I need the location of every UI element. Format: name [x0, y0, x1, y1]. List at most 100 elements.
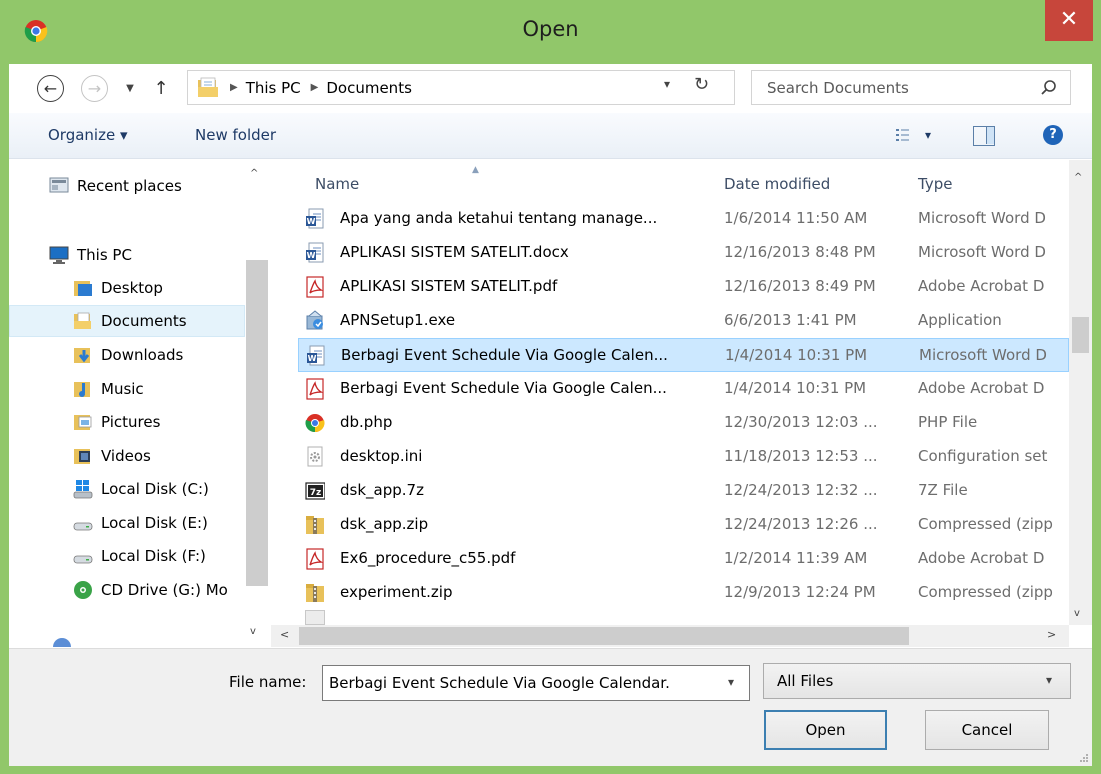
address-dropdown-icon[interactable]: ▾ [664, 77, 670, 91]
forward-button[interactable]: → [81, 75, 108, 102]
column-header-name[interactable]: Name [315, 175, 359, 193]
back-button[interactable]: ← [37, 75, 64, 102]
nav-item-this-pc[interactable]: This PC [9, 239, 245, 271]
file-row[interactable]: Ex6_procedure_c55.pdf 1/2/2014 11:39 AM Ad… [298, 542, 1069, 576]
address-bar[interactable]: ▶ This PC ▶ Documents ▾ ↻ [187, 70, 735, 105]
up-button[interactable]: ↑ [149, 76, 173, 100]
windows-drive-icon [73, 480, 93, 499]
file-row[interactable]: APNSetup1.exe 6/6/2013 1:41 PM Application [298, 304, 1069, 338]
chevron-down-icon[interactable]: ▾ [728, 675, 734, 689]
file-row[interactable]: experiment.zip 12/9/2013 12:24 PM Compress… [298, 576, 1069, 610]
nav-item-local-disk-f[interactable]: Local Disk (F:) [9, 540, 245, 572]
nav-item-label: Videos [101, 447, 151, 465]
preview-pane-icon [986, 127, 994, 144]
vertical-scrollbar[interactable] [1069, 160, 1092, 625]
file-date-modified: 12/9/2013 12:24 PM [724, 583, 876, 601]
file-selection-panel: File name: ▾ All Files ▾ Open Cancel [9, 648, 1092, 766]
chevron-down-icon: ▾ [925, 128, 932, 142]
search-icon[interactable] [1040, 79, 1058, 97]
settings-file-icon [307, 446, 323, 467]
file-date-modified: 12/24/2013 12:32 ... [724, 481, 878, 499]
file-row[interactable]: W Berbagi Event Schedule Via Google Calen… [298, 338, 1069, 372]
nav-item-music[interactable]: Music [9, 373, 245, 405]
nav-scroll-down-icon[interactable]: v [250, 626, 256, 637]
nav-item-label: This PC [77, 246, 132, 264]
column-header-type[interactable]: Type [918, 175, 952, 193]
file-date-modified: 11/18/2013 12:53 ... [724, 447, 878, 465]
file-name: APLIKASI SISTEM SATELIT.pdf [340, 277, 558, 295]
file-name: Apa yang anda ketahui tentang manage... [340, 209, 658, 227]
scroll-right-icon[interactable]: > [1047, 628, 1056, 641]
resize-grip-icon[interactable] [1077, 753, 1089, 765]
column-header-date-modified[interactable]: Date modified [724, 175, 830, 193]
cancel-button[interactable]: Cancel [925, 710, 1049, 750]
breadcrumb-this-pc[interactable]: This PC [246, 79, 301, 97]
nav-item-pictures[interactable]: Pictures [9, 406, 245, 438]
search-box[interactable] [751, 70, 1071, 105]
nav-item-label: Downloads [101, 346, 184, 364]
nav-item-local-disk-e[interactable]: Local Disk (E:) [9, 507, 245, 539]
file-row[interactable]: desktop.ini 11/18/2013 12:53 ... Configura… [298, 440, 1069, 474]
file-name: Berbagi Event Schedule Via Google Calen.… [340, 379, 667, 397]
scroll-left-icon[interactable]: < [280, 628, 289, 641]
file-type-select[interactable]: All Files ▾ [763, 663, 1071, 699]
nav-item-recent-places[interactable]: Recent places [9, 170, 245, 202]
refresh-icon[interactable]: ↻ [694, 74, 709, 95]
file-row[interactable]: Berbagi Event Schedule Via Google Calen.… [298, 372, 1069, 406]
sort-ascending-icon: ▲ [472, 165, 479, 175]
nav-item-cd-drive-g[interactable]: CD Drive (G:) Mo [9, 574, 245, 606]
nav-item-downloads[interactable]: Downloads [9, 339, 245, 371]
nav-item-local-disk-c[interactable]: Local Disk (C:) [9, 473, 245, 505]
scroll-up-icon[interactable]: ^ [1074, 172, 1082, 183]
chevron-down-icon: ▾ [1046, 673, 1053, 687]
nav-scrollbar-thumb[interactable] [246, 260, 268, 586]
nav-item-desktop[interactable]: Desktop [9, 272, 245, 304]
file-type: 7Z File [918, 481, 968, 499]
pdf-icon [306, 378, 324, 400]
file-row[interactable]: W APLIKASI SISTEM SATELIT.docx 12/16/2013 … [298, 236, 1069, 270]
close-icon: ✕ [1059, 7, 1079, 32]
view-list-icon [896, 129, 909, 141]
nav-item-videos[interactable]: Videos [9, 440, 245, 472]
file-name-combobox[interactable]: ▾ [322, 665, 750, 701]
svg-text:W: W [307, 217, 316, 226]
file-row[interactable]: W Apa yang anda ketahui tentang manage...… [298, 202, 1069, 236]
word-doc-icon: W [306, 208, 324, 229]
breadcrumb-documents[interactable]: Documents [326, 79, 412, 97]
file-name: dsk_app.7z [340, 481, 424, 499]
organize-button[interactable]: Organize ▾ [48, 126, 128, 144]
change-view-button[interactable]: ▾ [895, 127, 931, 143]
command-toolbar: Organize ▾ New folder ▾ ? [9, 113, 1092, 159]
close-button[interactable]: ✕ [1045, 0, 1093, 41]
nav-item-label: Local Disk (E:) [101, 514, 208, 532]
navigation-pane[interactable]: Recent places This PC Desktop Documents … [9, 160, 270, 647]
file-list[interactable]: ▲ Name Date modified Type W Apa yang anda… [271, 160, 1092, 647]
word-doc-icon: W [307, 345, 325, 366]
scroll-down-icon[interactable]: v [1074, 608, 1080, 619]
nav-scroll-up-icon[interactable]: ^ [250, 168, 258, 179]
title-bar[interactable]: Open ✕ [0, 0, 1101, 64]
recent-locations-button[interactable]: ▼ [120, 78, 140, 98]
file-name: db.php [340, 413, 393, 431]
nav-item-documents[interactable]: Documents [9, 305, 245, 337]
preview-pane-button[interactable] [973, 126, 995, 146]
drive-icon [73, 522, 93, 531]
file-name-input[interactable] [323, 666, 721, 700]
word-doc-icon: W [306, 242, 324, 263]
file-row[interactable]: db.php 12/30/2013 12:03 ... PHP File [298, 406, 1069, 440]
file-type: Microsoft Word D [918, 209, 1046, 227]
file-row[interactable]: 7z dsk_app.7z 12/24/2013 12:32 ... 7Z File [298, 474, 1069, 508]
this-pc-icon [49, 246, 69, 264]
help-button[interactable]: ? [1043, 125, 1063, 145]
vertical-scrollbar-thumb[interactable] [1072, 317, 1089, 353]
search-input[interactable] [752, 71, 1038, 104]
file-type-value: All Files [777, 672, 834, 690]
new-folder-button[interactable]: New folder [195, 126, 276, 144]
file-row[interactable]: APLIKASI SISTEM SATELIT.pdf 12/16/2013 8:… [298, 270, 1069, 304]
open-button[interactable]: Open [764, 710, 887, 750]
file-date-modified: 12/30/2013 12:03 ... [724, 413, 878, 431]
horizontal-scrollbar-thumb[interactable] [299, 627, 909, 645]
file-row[interactable]: dsk_app.zip 12/24/2013 12:26 ... Compresse… [298, 508, 1069, 542]
file-type: Microsoft Word D [918, 243, 1046, 261]
nav-item-label: Local Disk (F:) [101, 547, 206, 565]
